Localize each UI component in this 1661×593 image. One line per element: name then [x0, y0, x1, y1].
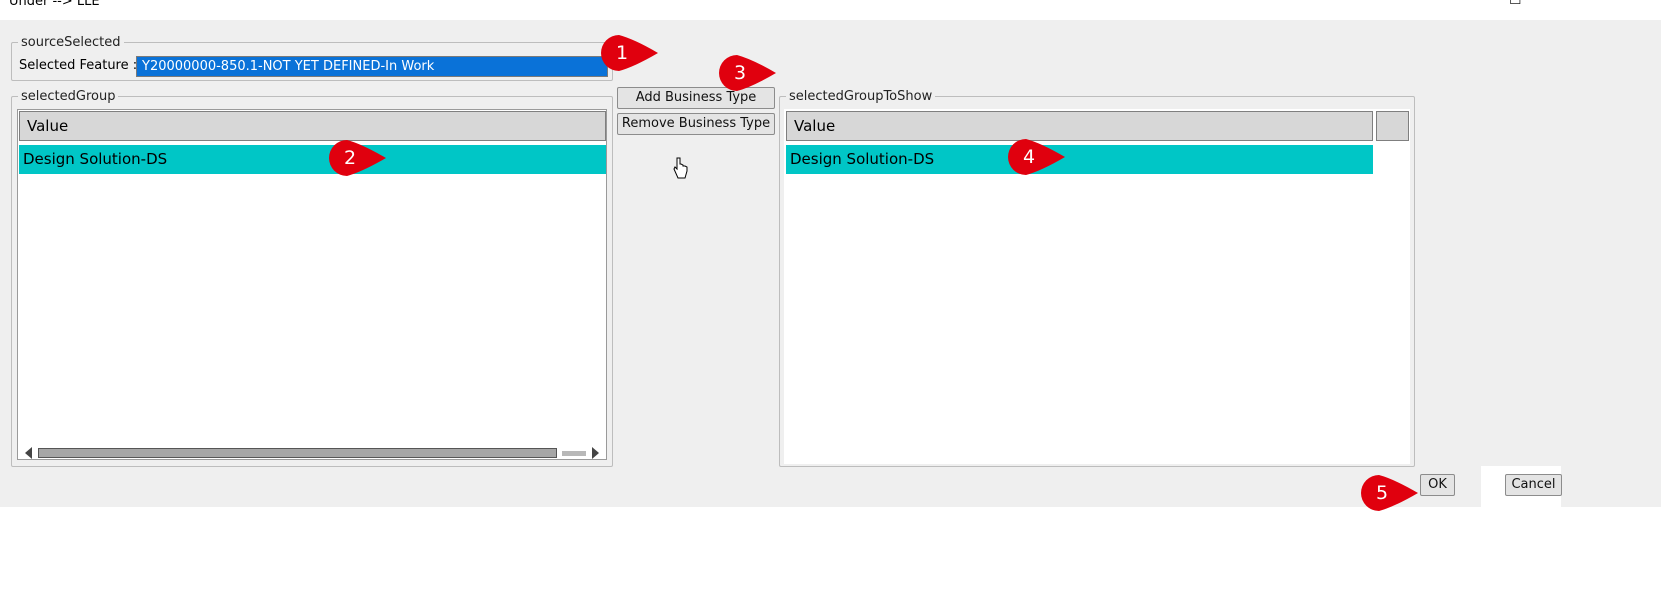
scroll-right-icon[interactable] — [592, 447, 599, 459]
selected-group-legend: selectedGroup — [21, 89, 116, 104]
selected-group-column-header[interactable]: Value — [19, 111, 606, 141]
callout-marker-4: 4 — [1007, 138, 1067, 176]
remove-business-type-button[interactable]: Remove Business Type — [617, 113, 775, 135]
callout-marker-5: 5 — [1360, 474, 1420, 512]
below-window-area — [0, 507, 1661, 593]
selected-feature-label: Selected Feature : — [19, 58, 138, 73]
title-bar: Under --> LLE ─ ☐ — [0, 0, 1661, 20]
scrollbar-thumb[interactable] — [38, 448, 557, 458]
scrollbar-track[interactable] — [562, 451, 586, 456]
callout-marker-3: 3 — [718, 54, 778, 92]
table-corner-button[interactable] — [1376, 111, 1409, 141]
source-selected-legend: sourceSelected — [21, 35, 121, 50]
horizontal-scrollbar[interactable] — [22, 445, 606, 461]
scroll-left-icon[interactable] — [25, 447, 32, 459]
hand-cursor-icon — [673, 157, 688, 179]
callout-number: 2 — [343, 147, 357, 169]
callout-marker-1: 1 — [600, 34, 660, 72]
ok-button[interactable]: OK — [1420, 474, 1455, 496]
window-title: Under --> LLE — [9, 0, 100, 9]
callout-number: 5 — [1375, 482, 1389, 504]
maximize-icon[interactable]: ☐ — [1509, 0, 1522, 8]
selected-group-row[interactable]: Design Solution-DS — [19, 145, 606, 174]
callout-number: 3 — [733, 62, 747, 84]
selected-feature-field[interactable]: Y20000000-850.1-NOT YET DEFINED-In Work — [136, 56, 608, 77]
callout-number: 4 — [1022, 146, 1036, 168]
selected-group-to-show-row[interactable]: Design Solution-DS — [786, 145, 1373, 174]
selected-group-to-show-column-header[interactable]: Value — [786, 111, 1373, 141]
callout-number: 1 — [615, 42, 629, 64]
cancel-button[interactable]: Cancel — [1505, 474, 1562, 496]
callout-marker-2: 2 — [328, 139, 388, 177]
selected-group-to-show-legend: selectedGroupToShow — [789, 89, 933, 104]
minimize-icon[interactable]: ─ — [1453, 0, 1461, 8]
